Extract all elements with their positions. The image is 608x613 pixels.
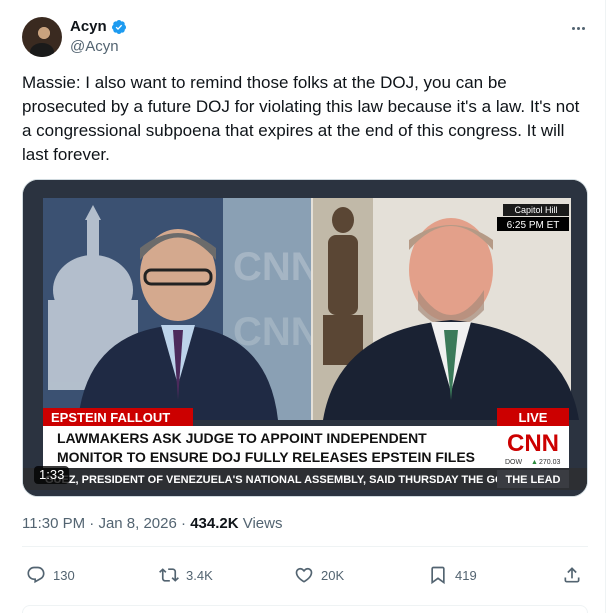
headline-line2: MONITOR TO ENSURE DOJ FULLY RELEASES EPS… bbox=[57, 449, 475, 465]
topic-banner: EPSTEIN FALLOUT bbox=[51, 410, 170, 425]
meta-separator-2: · bbox=[181, 515, 187, 532]
dow-arrow-icon: ▲ bbox=[531, 459, 538, 466]
next-card-edge bbox=[22, 605, 588, 613]
tweet-meta: 11:30 PM · Jan 8, 2026 · 434.2K Views bbox=[22, 514, 282, 534]
headline-line1: LAWMAKERS ASK JUDGE TO APPOINT INDEPENDE… bbox=[57, 430, 427, 446]
heart-icon bbox=[295, 567, 313, 583]
like-count: 20K bbox=[321, 567, 345, 583]
reply-icon bbox=[27, 566, 45, 584]
avatar[interactable] bbox=[22, 17, 62, 57]
tweet-date[interactable]: Jan 8, 2026 bbox=[98, 515, 176, 532]
video-player[interactable]: CNN CNN Capitol Hill 6:25 PM ET EPSTEIN … bbox=[22, 179, 588, 497]
share-button[interactable] bbox=[562, 563, 582, 587]
svg-text:CNN: CNN bbox=[233, 245, 320, 289]
reply-count: 130 bbox=[53, 567, 75, 583]
more-options-icon[interactable] bbox=[568, 18, 588, 38]
ticker-text: GUEZ, PRESIDENT OF VENEZUELA'S NATIONAL … bbox=[45, 474, 512, 486]
show-name: THE LEAD bbox=[506, 474, 561, 486]
cnn-logo: CNN bbox=[507, 430, 559, 457]
like-button[interactable]: 20K bbox=[294, 563, 344, 587]
divider bbox=[22, 546, 588, 547]
tweet-time[interactable]: 11:30 PM bbox=[22, 515, 85, 532]
live-label: LIVE bbox=[519, 410, 548, 425]
verified-badge-icon bbox=[111, 20, 126, 34]
repost-icon bbox=[159, 568, 179, 582]
share-icon bbox=[564, 567, 580, 583]
bookmark-icon bbox=[431, 566, 445, 585]
tweet-text: Massie: I also want to remind those folk… bbox=[22, 73, 580, 164]
reply-button[interactable]: 130 bbox=[26, 563, 75, 587]
views-count: 434.2K bbox=[190, 515, 239, 532]
svg-text:CNN: CNN bbox=[233, 310, 320, 354]
location-tag: Capitol Hill bbox=[514, 205, 557, 215]
video-duration: 1:33 bbox=[34, 466, 70, 484]
views-label: Views bbox=[242, 515, 283, 532]
bookmark-count: 419 bbox=[455, 567, 477, 583]
dow-label: DOW bbox=[505, 459, 523, 466]
time-tag: 6:25 PM ET bbox=[507, 220, 560, 231]
action-bar: 130 3.4K 20K 419 bbox=[22, 563, 592, 587]
author-display-name[interactable]: Acyn bbox=[70, 18, 107, 36]
repost-button[interactable]: 3.4K bbox=[159, 563, 213, 587]
bookmark-button[interactable]: 419 bbox=[428, 563, 477, 587]
video-frame: CNN CNN Capitol Hill 6:25 PM ET EPSTEIN … bbox=[23, 180, 587, 496]
author-handle[interactable]: @Acyn bbox=[70, 38, 119, 56]
tweet-card: Acyn @Acyn Massie: I also want to remind… bbox=[0, 0, 606, 613]
meta-separator: · bbox=[89, 515, 95, 532]
repost-count: 3.4K bbox=[186, 567, 213, 583]
dow-value: 270.03 bbox=[539, 459, 561, 466]
